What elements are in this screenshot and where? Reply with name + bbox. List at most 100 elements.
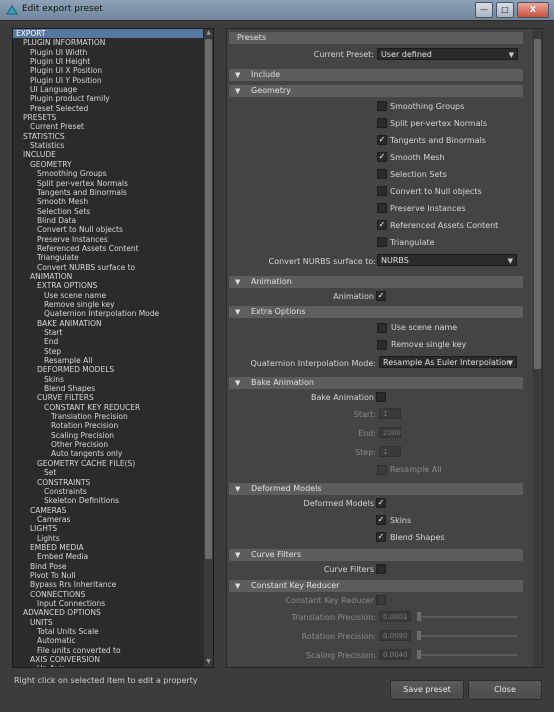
tree-item[interactable]: Bypass Rrs Inheritance: [13, 580, 203, 589]
tree-item[interactable]: End: [13, 337, 203, 346]
tree-item[interactable]: Referenced Assets Content: [13, 244, 203, 253]
tree-item[interactable]: Resample All: [13, 356, 203, 365]
constant-key-reducer-checkbox[interactable]: [376, 595, 386, 605]
convert-nurbs-dropdown[interactable]: NURBS ▼: [377, 254, 517, 266]
animation-header[interactable]: ▼ Animation: [229, 276, 523, 288]
translation-precision-slider[interactable]: [417, 616, 517, 618]
tree-item[interactable]: ADVANCED OPTIONS: [13, 608, 203, 617]
tree-item[interactable]: UI Language: [13, 85, 203, 94]
tree-item[interactable]: Embed Media: [13, 552, 203, 561]
tree-item[interactable]: GEOMETRY: [13, 160, 203, 169]
tree-item[interactable]: File units converted to: [13, 646, 203, 655]
save-preset-button[interactable]: Save preset: [390, 680, 464, 700]
tree-item[interactable]: Plugin UI Height: [13, 57, 203, 66]
tree-item[interactable]: Scaling Precision: [13, 431, 203, 440]
rotation-precision-field[interactable]: 0.0090: [379, 630, 411, 641]
resample-all-checkbox[interactable]: [377, 465, 387, 475]
tree-item[interactable]: Skins: [13, 375, 203, 384]
constant-key-reducer-header[interactable]: ▼ Constant Key Reducer: [229, 580, 523, 592]
tree-item[interactable]: Smooth Mesh: [13, 197, 203, 206]
close-window-button[interactable]: X: [517, 2, 549, 18]
rotation-precision-knob[interactable]: [417, 631, 421, 640]
extra-options-header[interactable]: ▼ Extra Options: [229, 306, 523, 318]
tree-item[interactable]: Pivot To Null: [13, 571, 203, 580]
tree-item[interactable]: Selection Sets: [13, 207, 203, 216]
geometry-option-checkbox[interactable]: ✓: [377, 220, 387, 230]
tree-item[interactable]: Preserve Instances: [13, 235, 203, 244]
options-scroll-thumb[interactable]: [534, 39, 541, 369]
tree-item[interactable]: Translation Precision: [13, 412, 203, 421]
tree-scroll-thumb[interactable]: [205, 39, 212, 559]
skins-checkbox[interactable]: ✓: [376, 515, 386, 525]
restore-button[interactable]: □: [496, 2, 514, 18]
tree-item[interactable]: Plugin UI Width: [13, 48, 203, 57]
geometry-option-checkbox[interactable]: [377, 237, 387, 247]
tree-item[interactable]: STATISTICS: [13, 132, 203, 141]
tree-item[interactable]: CONSTANT KEY REDUCER: [13, 403, 203, 412]
geometry-option-checkbox[interactable]: [377, 203, 387, 213]
tree-item[interactable]: Convert to Null objects: [13, 225, 203, 234]
tree-item[interactable]: Auto tangents only: [13, 449, 203, 458]
tree-scrollbar[interactable]: ▲ ▼: [204, 29, 213, 667]
geometry-option-checkbox[interactable]: [377, 186, 387, 196]
tree-item[interactable]: GEOMETRY CACHE FILE(S): [13, 459, 203, 468]
tree-item[interactable]: Input Connections: [13, 599, 203, 608]
rotation-precision-slider[interactable]: [417, 635, 517, 637]
tree-item[interactable]: CAMERAS: [13, 506, 203, 515]
bake-start-field[interactable]: 1: [379, 408, 401, 419]
bake-step-field[interactable]: 1: [379, 446, 401, 457]
tree-item[interactable]: Quaternion Interpolation Mode: [13, 309, 203, 318]
scaling-precision-knob[interactable]: [417, 650, 421, 659]
include-header[interactable]: ▼ Include: [229, 69, 523, 81]
current-preset-dropdown[interactable]: User defined ▼: [377, 48, 518, 60]
options-scrollbar[interactable]: [533, 29, 542, 667]
tree-item[interactable]: Plugin product family: [13, 94, 203, 103]
tree-item[interactable]: Bind Pose: [13, 562, 203, 571]
tree-item[interactable]: Set: [13, 468, 203, 477]
tree-item[interactable]: Skeleton Definitions: [13, 496, 203, 505]
bake-end-field[interactable]: 2000: [379, 427, 401, 438]
tree-item[interactable]: Remove single key: [13, 300, 203, 309]
tree-item[interactable]: Constraints: [13, 487, 203, 496]
tree-item[interactable]: UNITS: [13, 618, 203, 627]
curve-filters-checkbox[interactable]: [376, 564, 386, 574]
translation-precision-knob[interactable]: [417, 612, 421, 621]
tree-item[interactable]: Rotation Precision: [13, 421, 203, 430]
tree-item[interactable]: Convert NURBS surface to: [13, 263, 203, 272]
tree-item[interactable]: Automatic: [13, 636, 203, 645]
tree-item[interactable]: Use scene name: [13, 291, 203, 300]
animation-checkbox[interactable]: ✓: [376, 291, 386, 301]
tree-item[interactable]: Step: [13, 347, 203, 356]
deformed-models-header[interactable]: ▼ Deformed Models: [229, 483, 523, 495]
tree-item[interactable]: PRESETS: [13, 113, 203, 122]
deformed-models-checkbox[interactable]: ✓: [376, 498, 386, 508]
tree-item[interactable]: Start: [13, 328, 203, 337]
tree-item[interactable]: Lights: [13, 534, 203, 543]
tree-item[interactable]: Split per-vertex Normals: [13, 179, 203, 188]
tree-item[interactable]: Preset Selected: [13, 104, 203, 113]
tree-item[interactable]: PLUGIN INFORMATION: [13, 38, 203, 47]
tree-item[interactable]: Blend Shapes: [13, 384, 203, 393]
curve-filters-header[interactable]: ▼ Curve Filters: [229, 549, 523, 561]
geometry-option-checkbox[interactable]: [377, 169, 387, 179]
bake-animation-header[interactable]: ▼ Bake Animation: [229, 377, 523, 389]
tree-item[interactable]: BAKE ANIMATION: [13, 319, 203, 328]
bake-animation-checkbox[interactable]: [376, 392, 386, 402]
blend-shapes-checkbox[interactable]: ✓: [376, 532, 386, 542]
tree-item[interactable]: AXIS CONVERSION: [13, 655, 203, 664]
tree-item[interactable]: Other Precision: [13, 440, 203, 449]
tree-item[interactable]: CURVE FILTERS: [13, 393, 203, 402]
close-button[interactable]: Close: [468, 680, 542, 700]
tree-item[interactable]: Statistics: [13, 141, 203, 150]
use-scene-name-checkbox[interactable]: [377, 323, 387, 333]
remove-single-key-checkbox[interactable]: [377, 340, 387, 350]
tree-item[interactable]: Up Axis: [13, 664, 203, 667]
geometry-header[interactable]: ▼ Geometry: [229, 85, 523, 97]
translation-precision-field[interactable]: 0.0001: [379, 611, 411, 622]
tree-item[interactable]: EXTRA OPTIONS: [13, 281, 203, 290]
tree-item[interactable]: Blind Data: [13, 216, 203, 225]
tree-item[interactable]: LIGHTS: [13, 524, 203, 533]
geometry-option-checkbox[interactable]: [377, 101, 387, 111]
tree-item[interactable]: ANIMATION: [13, 272, 203, 281]
geometry-option-checkbox[interactable]: [377, 118, 387, 128]
